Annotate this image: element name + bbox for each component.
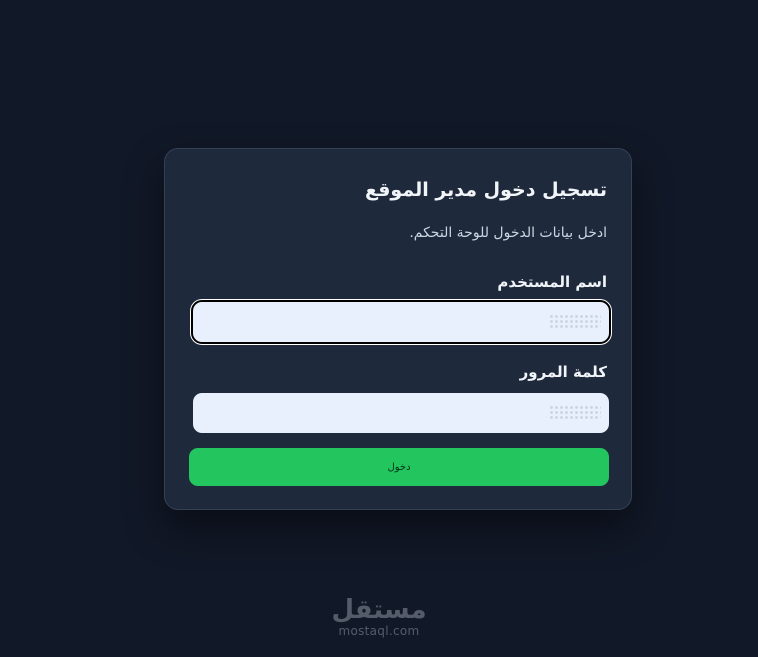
password-label: كلمة المرور bbox=[519, 363, 607, 381]
mostaql-watermark: مستقل mostaql.com bbox=[320, 596, 438, 638]
username-input[interactable] bbox=[191, 300, 611, 344]
login-button[interactable]: دخول bbox=[189, 448, 609, 486]
autofill-key-icon[interactable] bbox=[549, 314, 601, 328]
password-input[interactable] bbox=[193, 393, 609, 433]
login-card: تسجيل دخول مدير الموقع ادخل بيانات الدخو… bbox=[164, 148, 632, 510]
watermark-logo-text: مستقل bbox=[331, 595, 427, 625]
card-title: تسجيل دخول مدير الموقع bbox=[365, 179, 607, 201]
autofill-key-icon[interactable] bbox=[549, 405, 601, 419]
username-label: اسم المستخدم bbox=[497, 273, 607, 291]
watermark-url: mostaql.com bbox=[338, 624, 420, 638]
card-subtitle: ادخل بيانات الدخول للوحة التحكم. bbox=[409, 225, 607, 241]
